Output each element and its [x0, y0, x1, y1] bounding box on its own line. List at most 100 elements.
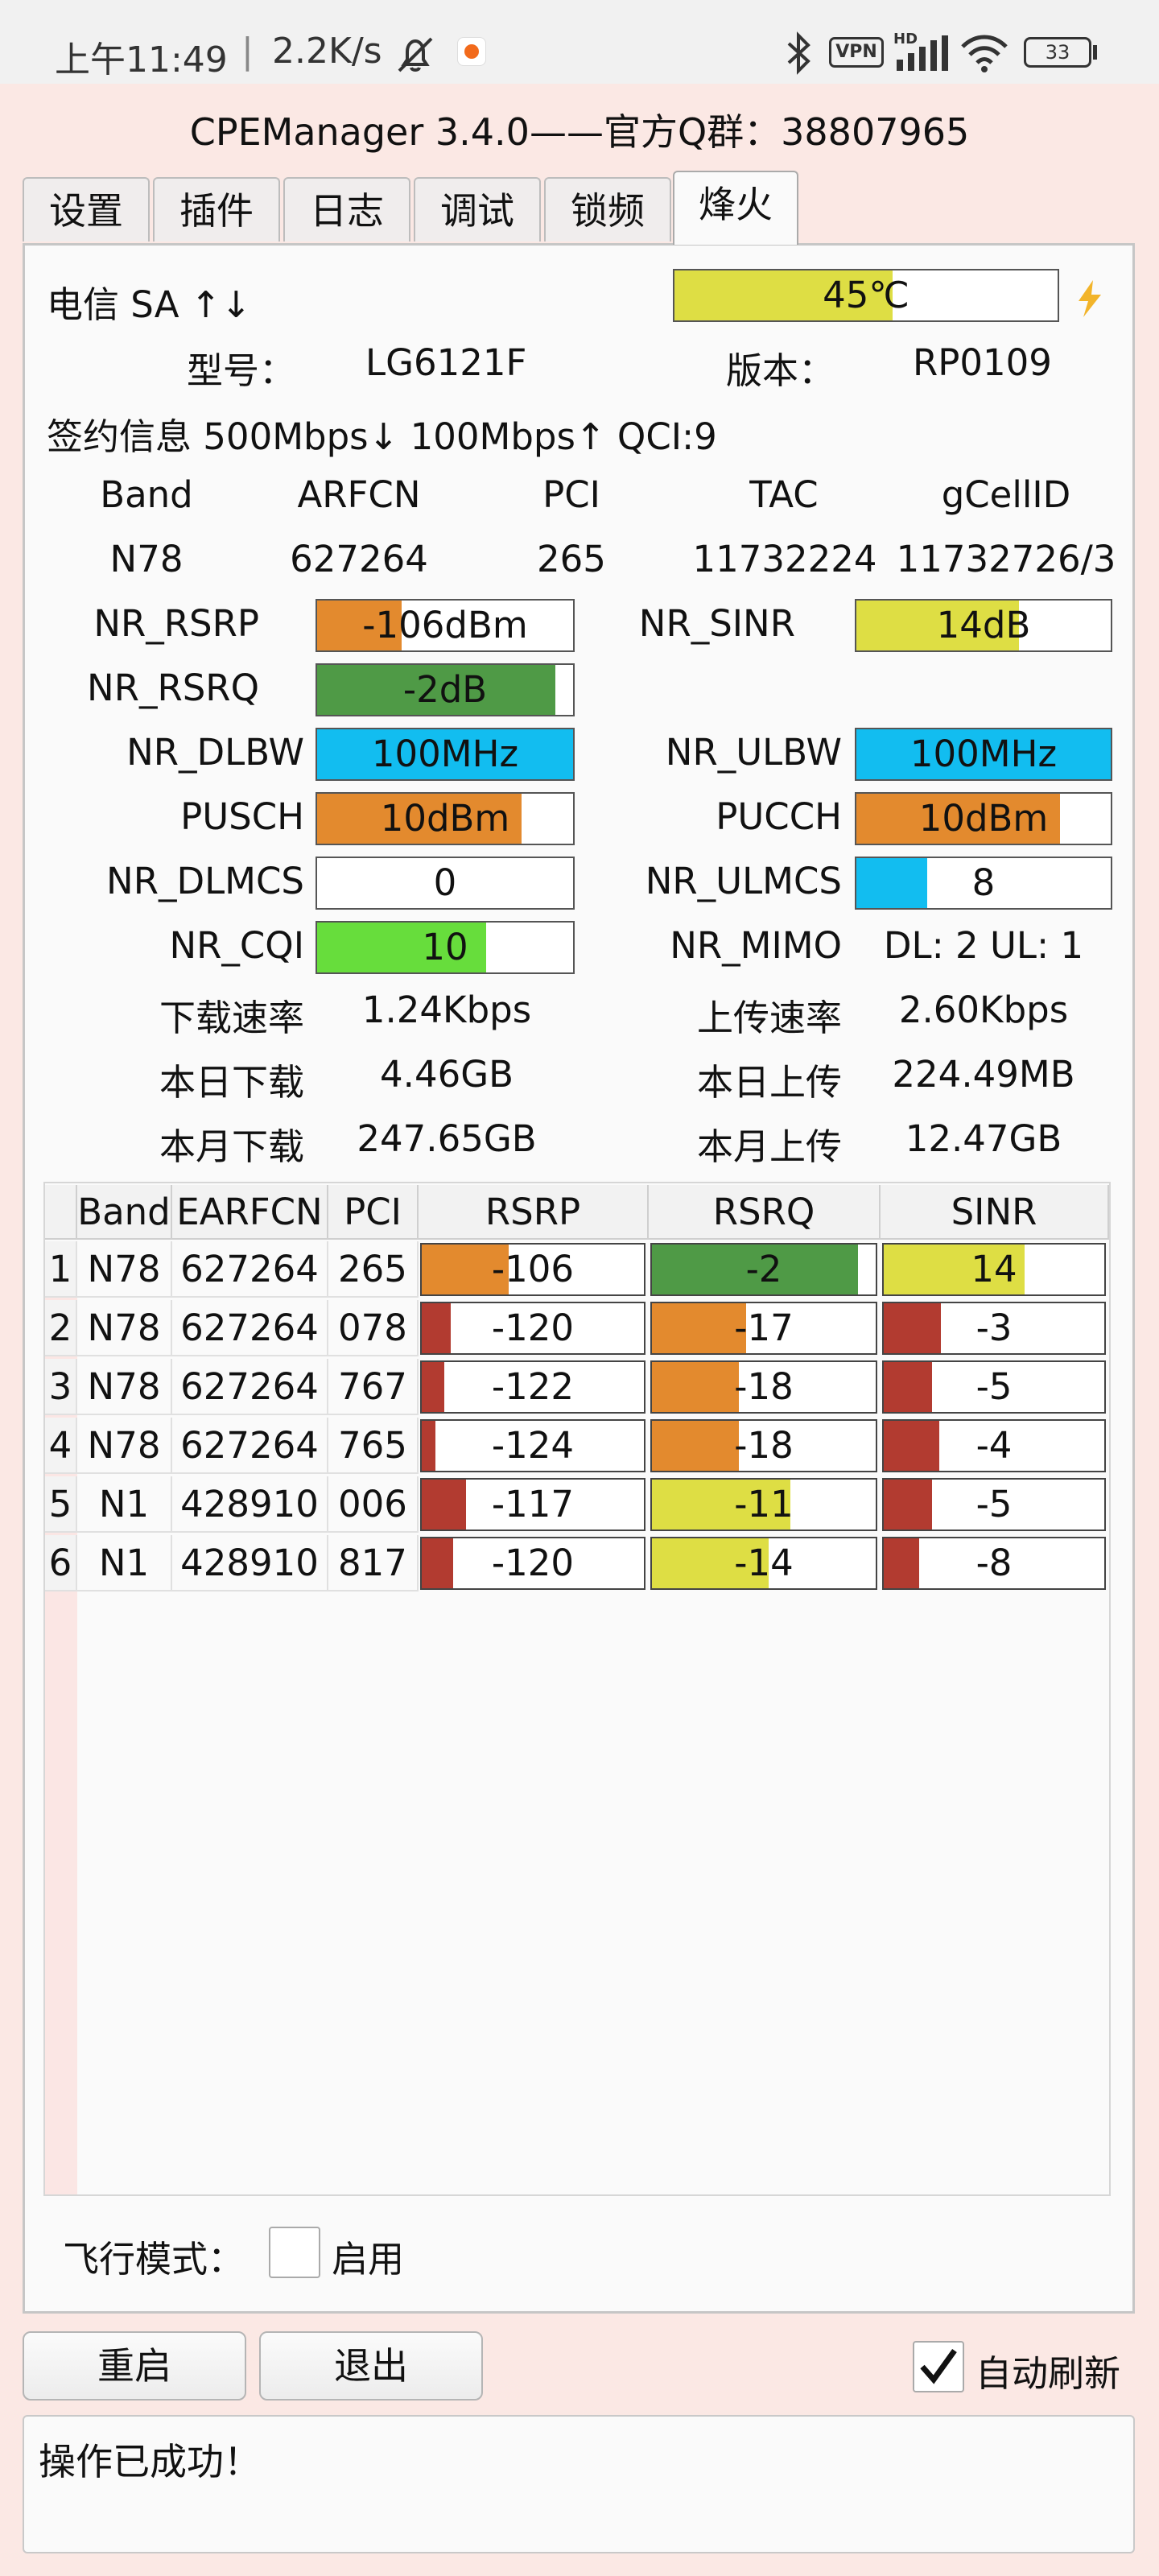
table-cell-band[interactable]: N78 — [77, 1300, 172, 1356]
cell-band: N78 — [109, 538, 184, 580]
carrier-mode: 电信 SA ↑↓ — [47, 283, 252, 326]
table-cell-band[interactable]: N78 — [77, 1241, 172, 1298]
table-cell-rsrq-bar[interactable]: -14 — [650, 1537, 877, 1590]
pucch-value: 10dBm — [918, 797, 1049, 840]
tab-plugins[interactable]: 插件 — [153, 177, 280, 242]
battery-level: 33 — [1045, 41, 1070, 64]
nr-rsrp-value: -106dBm — [362, 604, 528, 646]
pusch-label: PUSCH — [180, 795, 304, 838]
status-time: 上午11:49 — [55, 39, 228, 80]
cell-header-band: Band — [100, 473, 193, 516]
table-cell-idx[interactable]: 1 — [45, 1241, 77, 1298]
nr-mimo-value: DL: 2 UL: 1 — [883, 924, 1084, 967]
table-cell-sinr-bar[interactable]: -3 — [882, 1302, 1106, 1355]
table-cell-rsrq-bar[interactable]: -2 — [650, 1243, 877, 1296]
tab-logs[interactable]: 日志 — [283, 177, 410, 242]
table-cell-sinr-bar[interactable]: -5 — [882, 1478, 1106, 1531]
nr-ulbw-bar: 100MHz — [855, 728, 1112, 781]
exit-button[interactable]: 退出 — [259, 2331, 483, 2401]
table-cell-pci[interactable]: 817 — [328, 1535, 419, 1591]
auto-refresh-label: 自动刷新 — [975, 2352, 1121, 2395]
table-cell-rsrp-bar[interactable]: -106 — [420, 1243, 645, 1296]
rsrq-value: -18 — [734, 1365, 794, 1408]
table-cell-rsrp-bar[interactable]: -122 — [420, 1360, 645, 1414]
nr-cqi-value: 10 — [422, 926, 468, 968]
rsrq-value: -18 — [734, 1424, 794, 1467]
table-cell-earfcn[interactable]: 627264 — [172, 1359, 328, 1415]
cell-pci: 265 — [537, 538, 606, 580]
table-header-earfcn[interactable]: EARFCN — [172, 1185, 328, 1240]
table-cell-pci[interactable]: 078 — [328, 1300, 419, 1356]
table-cell-band[interactable]: N78 — [77, 1359, 172, 1415]
table-cell-rsrp-bar[interactable]: -124 — [420, 1419, 645, 1472]
table-cell-idx[interactable]: 6 — [45, 1535, 77, 1591]
table-cell-rsrp-bar[interactable]: -120 — [420, 1537, 645, 1590]
table-cell-earfcn[interactable]: 627264 — [172, 1300, 328, 1356]
table-cell-sinr-bar[interactable]: -8 — [882, 1537, 1106, 1590]
table-cell-rsrq-bar[interactable]: -18 — [650, 1419, 877, 1472]
table-cell-band[interactable]: N1 — [77, 1535, 172, 1591]
table-header-pci[interactable]: PCI — [328, 1185, 419, 1240]
table-cell-rsrp-bar[interactable]: -120 — [420, 1302, 645, 1355]
table-cell-pci[interactable]: 006 — [328, 1476, 419, 1533]
airplane-mode-checkbox[interactable] — [269, 2227, 320, 2278]
table-cell-earfcn[interactable]: 428910 — [172, 1476, 328, 1533]
cell-gcellid: 11732726/3 — [896, 538, 1116, 580]
table-cell-idx[interactable]: 3 — [45, 1359, 77, 1415]
status-message: 操作已成功！ — [39, 2440, 261, 2483]
airplane-mode-label: 飞行模式： — [63, 2238, 245, 2281]
table-cell-idx[interactable]: 2 — [45, 1300, 77, 1356]
table-cell-pci[interactable]: 765 — [328, 1418, 419, 1474]
nr-mimo-label: NR_MIMO — [670, 924, 842, 967]
dl-rate-label: 下载速率 — [159, 997, 304, 1039]
table-corner — [45, 1185, 77, 1240]
table-cell-earfcn[interactable]: 627264 — [172, 1418, 328, 1474]
table-cell-rsrq-bar[interactable]: -18 — [650, 1360, 877, 1414]
table-cell-earfcn[interactable]: 627264 — [172, 1241, 328, 1298]
rsrp-value: -124 — [491, 1424, 575, 1467]
rsrp-value: -106 — [491, 1248, 575, 1290]
table-cell-sinr-bar[interactable]: 14 — [882, 1243, 1106, 1296]
mute-bell-icon — [398, 37, 433, 72]
cell-header-arfcn: ARFCN — [297, 473, 421, 516]
nr-dlmcs-bar: 0 — [316, 857, 575, 910]
table-header-sinr[interactable]: SINR — [881, 1185, 1109, 1240]
tab-debug[interactable]: 调试 — [414, 177, 541, 242]
table-cell-rsrq-bar[interactable]: -17 — [650, 1302, 877, 1355]
table-header-rsrq[interactable]: RSRQ — [649, 1185, 881, 1240]
table-cell-sinr-bar[interactable]: -5 — [882, 1360, 1106, 1414]
table-cell-rsrp-bar[interactable]: -117 — [420, 1478, 645, 1531]
rsrp-value: -122 — [491, 1365, 575, 1408]
auto-refresh-checkbox[interactable] — [913, 2341, 964, 2392]
table-header-band[interactable]: Band — [77, 1185, 172, 1240]
table-cell-rsrq-bar[interactable]: -11 — [650, 1478, 877, 1531]
table-cell-band[interactable]: N1 — [77, 1476, 172, 1533]
table-header-rsrp[interactable]: RSRP — [419, 1185, 649, 1240]
table-cell-sinr-bar[interactable]: -4 — [882, 1419, 1106, 1472]
pusch-bar: 10dBm — [316, 792, 575, 845]
nr-ulmcs-label: NR_ULMCS — [645, 860, 842, 902]
rsrq-value: -2 — [745, 1248, 782, 1290]
table-cell-pci[interactable]: 265 — [328, 1241, 419, 1298]
status-message-box: 操作已成功！ — [23, 2415, 1135, 2553]
pucch-label: PUCCH — [716, 795, 842, 838]
model-value: LG6121F — [365, 341, 527, 384]
cell-header-pci: PCI — [542, 473, 600, 516]
nr-cqi-label: NR_CQI — [169, 924, 304, 967]
table-cell-pci[interactable]: 767 — [328, 1359, 419, 1415]
cell-tac: 11732224 — [692, 538, 877, 580]
nr-rsrp-bar: -106dBm — [316, 599, 575, 652]
nr-rsrp-label: NR_RSRP — [93, 602, 259, 645]
reboot-button[interactable]: 重启 — [23, 2331, 246, 2401]
table-cell-band[interactable]: N78 — [77, 1418, 172, 1474]
table-cell-idx[interactable]: 4 — [45, 1418, 77, 1474]
tab-fenghuo[interactable]: 烽火 — [673, 171, 798, 245]
table-cell-idx[interactable]: 5 — [45, 1476, 77, 1533]
tab-lock-frequency[interactable]: 锁频 — [544, 177, 671, 242]
tab-settings[interactable]: 设置 — [23, 177, 150, 242]
nr-rsrq-label: NR_RSRQ — [87, 667, 259, 709]
rsrq-value: -17 — [734, 1307, 794, 1349]
version-label: 版本： — [726, 349, 835, 392]
wifi-icon — [961, 35, 1008, 72]
table-cell-earfcn[interactable]: 428910 — [172, 1535, 328, 1591]
